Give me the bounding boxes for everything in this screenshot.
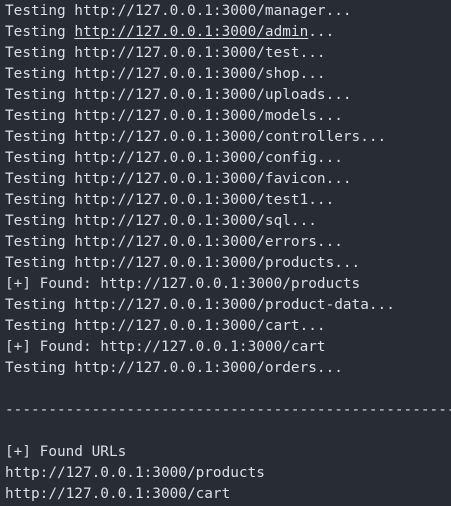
log-line-sql: Testing http://127.0.0.1:3000/sql... <box>5 213 317 229</box>
log-line-controllers: Testing http://127.0.0.1:3000/controller… <box>5 129 387 145</box>
log-line-errors: Testing http://127.0.0.1:3000/errors... <box>5 234 343 250</box>
log-line-admin-suffix: ... <box>308 24 335 40</box>
log-line-admin: Testing http://127.0.0.1:3000/admin... <box>5 22 451 43</box>
log-line-uploads: Testing http://127.0.0.1:3000/uploads... <box>5 87 352 103</box>
log-line-models: Testing http://127.0.0.1:3000/models... <box>5 108 343 124</box>
log-line-favicon: Testing http://127.0.0.1:3000/favicon... <box>5 171 352 187</box>
log-line-manager: Testing http://127.0.0.1:3000/manager... <box>5 3 352 19</box>
log-line-product-data: Testing http://127.0.0.1:3000/product-da… <box>5 297 395 313</box>
found-line-products: [+] Found: http://127.0.0.1:3000/product… <box>5 276 361 292</box>
log-line-shop: Testing http://127.0.0.1:3000/shop... <box>5 66 326 82</box>
log-line-admin-prefix: Testing <box>5 24 75 40</box>
log-line-products: Testing http://127.0.0.1:3000/products..… <box>5 255 361 271</box>
terminal-output: Testing http://127.0.0.1:3000/manager...… <box>0 0 451 506</box>
log-line-cart: Testing http://127.0.0.1:3000/cart... <box>5 318 326 334</box>
log-line-test1: Testing http://127.0.0.1:3000/test1... <box>5 192 335 208</box>
found-line-cart: [+] Found: http://127.0.0.1:3000/cart <box>5 339 326 355</box>
log-line-orders: Testing http://127.0.0.1:3000/orders... <box>5 360 343 376</box>
log-line-config: Testing http://127.0.0.1:3000/config... <box>5 150 343 166</box>
found-url-cart: http://127.0.0.1:3000/cart <box>5 486 231 502</box>
admin-url-link[interactable]: http://127.0.0.1:3000/admin <box>74 24 308 40</box>
separator-line: ----------------------------------------… <box>5 402 451 418</box>
log-line-test: Testing http://127.0.0.1:3000/test... <box>5 45 326 61</box>
found-urls-header: [+] Found URLs <box>5 444 127 460</box>
found-url-products: http://127.0.0.1:3000/products <box>5 465 265 481</box>
